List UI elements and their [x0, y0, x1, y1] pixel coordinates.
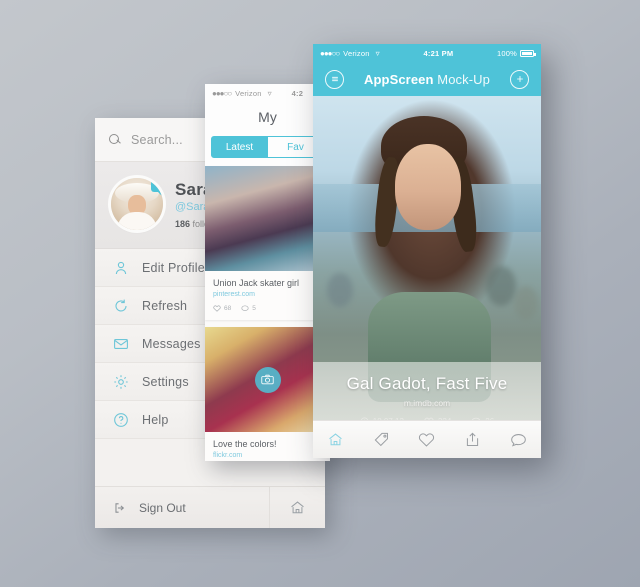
- clock-label: 4:21 PM: [423, 48, 454, 58]
- carrier-label: Verizon: [343, 48, 370, 58]
- tabbar: [313, 420, 541, 458]
- detail-screen: ●●●○○ Verizon ▿ 4:21 PM 100% AppScreen M…: [313, 44, 541, 458]
- mockup-stage: Search... 10 Sarah @Sarah 186 followers: [0, 0, 640, 587]
- card-photo[interactable]: [205, 327, 330, 432]
- hamburger-icon[interactable]: [325, 69, 344, 89]
- battery-icon: [519, 49, 536, 57]
- search-icon: [109, 133, 121, 146]
- camera-icon[interactable]: [254, 366, 281, 393]
- user-icon: [113, 260, 129, 276]
- clock-label: 4:2: [291, 88, 304, 98]
- tabbar-favourites[interactable]: [404, 432, 450, 448]
- signal-icon: ●●●○○: [212, 88, 232, 98]
- question-icon: [113, 412, 129, 428]
- search-placeholder: Search...: [131, 132, 183, 147]
- menu-label: Refresh: [142, 298, 188, 313]
- tabbar-comments[interactable]: [495, 432, 541, 448]
- envelope-icon: [113, 336, 129, 352]
- card-title: Love the colors!: [213, 439, 277, 449]
- hero-photo[interactable]: Gal Gadot, Fast Five m.imdb.com 18.07.13…: [313, 96, 541, 436]
- logout-icon: [113, 501, 127, 515]
- tab-latest[interactable]: Latest: [211, 136, 268, 158]
- comment-icon: [510, 432, 527, 448]
- followers-count: 186: [175, 218, 191, 229]
- heart-icon: [213, 305, 221, 312]
- share-icon: [464, 431, 481, 448]
- gear-icon: [113, 374, 129, 390]
- wifi-icon: ▿: [375, 48, 380, 58]
- card-comments: 5: [241, 305, 256, 312]
- card-source[interactable]: flickr.com: [213, 452, 322, 459]
- feed-card[interactable]: Love the colors! flickr.com 23 3: [205, 327, 330, 461]
- refresh-icon: [113, 298, 129, 314]
- feed-tabs: Latest Fav: [205, 132, 330, 166]
- title-bold: AppScreen: [364, 71, 434, 87]
- notification-badge: 10: [151, 178, 163, 197]
- title-light: Mock-Up: [433, 71, 490, 87]
- feed-statusbar: ●●●○○ Verizon ▿ 4:2: [205, 84, 330, 102]
- avatar: 10: [111, 178, 163, 230]
- feed-screen: ●●●○○ Verizon ▿ 4:2 My Latest Fav Union …: [205, 84, 330, 461]
- tabbar-share[interactable]: [450, 431, 496, 448]
- comment-icon: [241, 305, 249, 311]
- card-source[interactable]: pinterest.com: [213, 291, 322, 298]
- page-title: AppScreen Mock-Up: [344, 72, 510, 87]
- card-stats: 68 5: [213, 305, 322, 312]
- home-icon: [327, 431, 344, 448]
- carrier-label: Verizon: [235, 88, 262, 98]
- plus-icon[interactable]: [510, 69, 529, 89]
- caption-title: Gal Gadot, Fast Five: [346, 374, 508, 393]
- menu-label: Messages: [142, 336, 201, 351]
- caption-source[interactable]: m.imdb.com: [323, 398, 531, 408]
- heart-icon: [418, 432, 435, 448]
- sign-out-label: Sign Out: [139, 500, 186, 515]
- home-icon: [289, 499, 306, 516]
- detail-statusbar: ●●●○○ Verizon ▿ 4:21 PM 100%: [313, 44, 541, 62]
- feed-card[interactable]: Union Jack skater girl pinterest.com 68 …: [205, 166, 330, 320]
- card-photo[interactable]: [205, 166, 330, 271]
- home-button[interactable]: [269, 486, 325, 528]
- card-title: Union Jack skater girl: [213, 278, 300, 288]
- navbar: AppScreen Mock-Up: [313, 62, 541, 96]
- tabbar-tags[interactable]: [359, 431, 405, 448]
- menu-label: Settings: [142, 374, 189, 389]
- signal-icon: ●●●○○: [320, 48, 340, 58]
- feed-title: My: [205, 102, 330, 132]
- tabbar-home[interactable]: [313, 431, 359, 448]
- tag-icon: [373, 431, 390, 448]
- card-likes: 68: [213, 305, 231, 312]
- menu-label: Help: [142, 412, 169, 427]
- menu-label: Edit Profile: [142, 260, 205, 275]
- battery-label: 100%: [497, 48, 517, 58]
- wifi-icon: ▿: [267, 88, 272, 98]
